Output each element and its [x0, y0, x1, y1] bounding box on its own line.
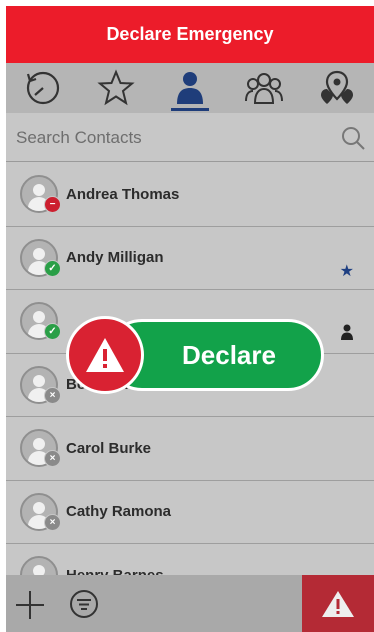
history-icon — [26, 71, 59, 105]
filter-icon[interactable] — [68, 588, 100, 620]
tab-favorites[interactable] — [80, 63, 154, 113]
available-check-icon: ✓ — [44, 323, 61, 340]
contact-name: Andy Milligan — [66, 249, 164, 267]
list-item[interactable]: × Henry Barnes — [6, 544, 374, 575]
list-item[interactable]: × Carol Burke — [6, 417, 374, 481]
star-icon — [97, 69, 136, 106]
contact-name: Andrea Thomas — [66, 185, 180, 203]
list-item[interactable]: − Andrea Thomas — [6, 163, 374, 227]
declare-handle[interactable] — [66, 316, 144, 394]
bottom-toolbar — [6, 575, 374, 632]
person-icon — [176, 72, 203, 104]
tab-groups[interactable] — [227, 63, 301, 113]
offline-x-icon: × — [44, 513, 61, 531]
app-frame: Declare Emergency Search Contacts − Andr… — [6, 6, 374, 632]
locations-icon — [321, 70, 354, 104]
contact-name: Cathy Ramona — [66, 503, 172, 521]
avatar — [20, 556, 58, 575]
app-header: Declare Emergency — [6, 6, 374, 63]
search-icon[interactable] — [340, 125, 366, 151]
tab-bar — [6, 63, 374, 113]
contact-name: Henry Barnes — [66, 567, 164, 575]
do-not-disturb-icon: − — [44, 196, 61, 213]
tab-contacts[interactable] — [153, 63, 227, 113]
alert-triangle-icon — [86, 338, 124, 372]
tab-locations[interactable] — [300, 63, 374, 113]
page-title: Declare Emergency — [106, 24, 274, 44]
favorite-star-icon: ★ — [339, 263, 354, 280]
available-check-icon: ✓ — [44, 259, 61, 277]
offline-x-icon: × — [44, 450, 61, 467]
tab-history[interactable] — [6, 63, 80, 113]
search-bar — [6, 114, 374, 162]
declare-label: Declare — [182, 339, 276, 370]
group-icon — [244, 73, 283, 104]
contact-name: Carol Burke — [66, 439, 152, 457]
list-item[interactable]: × Cathy Ramona — [6, 481, 374, 544]
person-mark-icon — [340, 324, 354, 345]
alert-triangle-icon — [322, 590, 354, 617]
plus-icon[interactable] — [14, 589, 46, 621]
offline-x-icon: × — [44, 386, 61, 404]
declare-slider[interactable]: Declare — [66, 316, 328, 394]
declare-corner-button[interactable] — [302, 575, 374, 632]
search-input[interactable] — [14, 126, 318, 149]
list-item[interactable]: ✓ Andy Milligan ★ — [6, 227, 374, 290]
